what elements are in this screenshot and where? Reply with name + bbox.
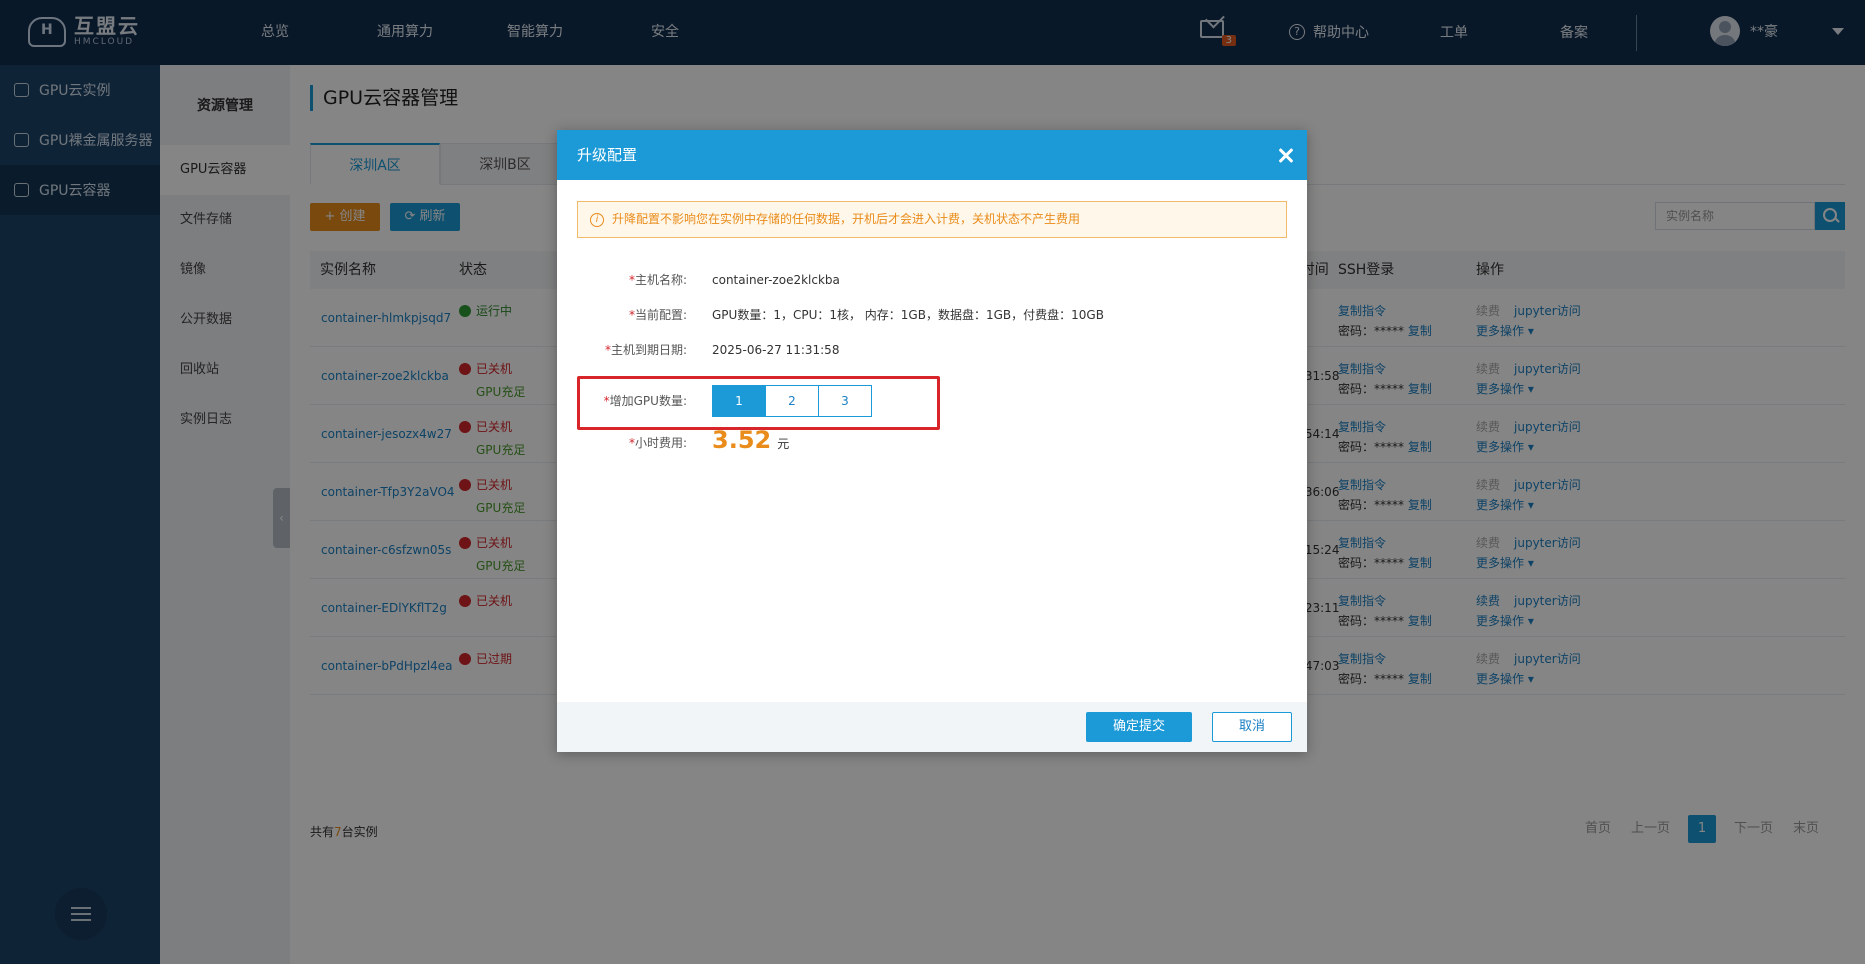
- dialog-header: 升级配置: [557, 130, 1307, 180]
- expire-date-value: 2025-06-27 11:31:58: [712, 343, 840, 357]
- gpu-option-3[interactable]: 3: [818, 385, 872, 417]
- host-name-label: *主机名称:: [628, 273, 687, 287]
- notice-text: 升降配置不影响您在实例中存储的任何数据，开机后才会进入计费，关机状态不产生费用: [612, 212, 1081, 226]
- dialog-title: 升级配置: [577, 146, 638, 164]
- current-config-value: GPU数量：1，CPU：1核， 内存：1GB，数据盘：1GB，付费盘：10GB: [712, 308, 1104, 322]
- notice-banner: i 升降配置不影响您在实例中存储的任何数据，开机后才会进入计费，关机状态不产生费…: [577, 201, 1287, 238]
- hourly-fee: 3.52 元: [712, 426, 789, 454]
- hourly-fee-label: *小时费用:: [628, 436, 687, 450]
- gpu-option-2[interactable]: 2: [765, 385, 819, 417]
- hourly-fee-row: *小时费用:: [577, 428, 1287, 458]
- gpu-count-row: *增加GPU数量:: [577, 386, 1287, 416]
- gpu-option-1[interactable]: 1: [712, 385, 766, 417]
- close-icon[interactable]: [1275, 144, 1297, 166]
- hourly-fee-unit: 元: [777, 437, 790, 451]
- cancel-button[interactable]: 取消: [1212, 712, 1292, 742]
- dialog-footer: 确定提交 取消: [557, 702, 1307, 752]
- current-config-label: *当前配置:: [628, 308, 687, 322]
- expire-date-row: *主机到期日期: 2025-06-27 11:31:58: [577, 335, 1287, 365]
- host-name-row: *主机名称: container-zoe2klckba: [577, 265, 1287, 295]
- host-name-value: container-zoe2klckba: [712, 273, 840, 287]
- hourly-fee-value: 3.52: [712, 426, 772, 454]
- gpu-count-label: *增加GPU数量:: [603, 394, 687, 408]
- upgrade-config-dialog: 升级配置 i 升降配置不影响您在实例中存储的任何数据，开机后才会进入计费，关机状…: [557, 130, 1307, 752]
- info-icon: i: [590, 212, 604, 227]
- submit-button[interactable]: 确定提交: [1086, 712, 1192, 742]
- expire-date-label: *主机到期日期:: [604, 343, 687, 357]
- current-config-row: *当前配置: GPU数量：1，CPU：1核， 内存：1GB，数据盘：1GB，付费…: [577, 300, 1287, 330]
- gpu-count-selector: 1 2 3: [712, 385, 872, 417]
